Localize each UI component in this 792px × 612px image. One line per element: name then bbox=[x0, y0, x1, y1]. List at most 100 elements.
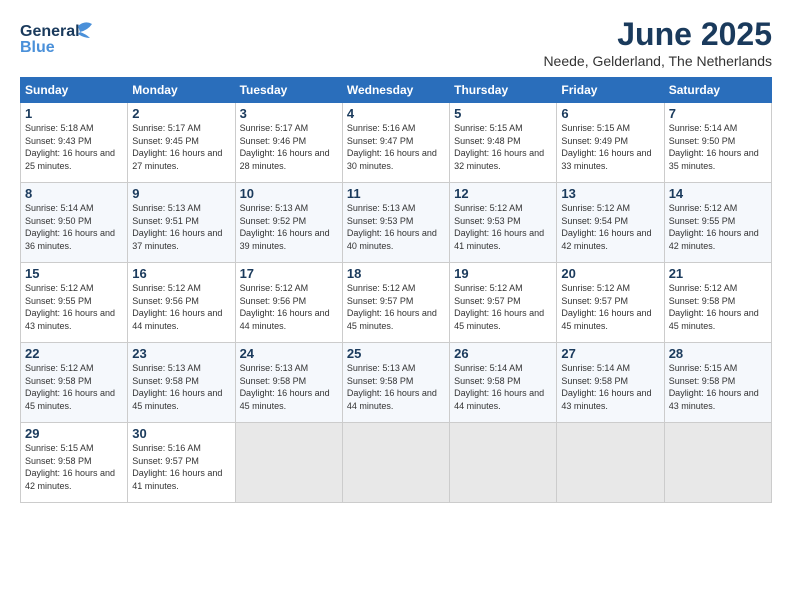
day-cell: 29 Sunrise: 5:15 AMSunset: 9:58 PMDaylig… bbox=[21, 423, 128, 503]
day-info: Sunrise: 5:12 AMSunset: 9:56 PMDaylight:… bbox=[240, 282, 338, 332]
subtitle: Neede, Gelderland, The Netherlands bbox=[543, 53, 772, 69]
day-cell: 19 Sunrise: 5:12 AMSunset: 9:57 PMDaylig… bbox=[450, 263, 557, 343]
day-number: 8 bbox=[25, 186, 123, 201]
day-cell bbox=[450, 423, 557, 503]
day-cell: 2 Sunrise: 5:17 AMSunset: 9:45 PMDayligh… bbox=[128, 103, 235, 183]
week-row-2: 8 Sunrise: 5:14 AMSunset: 9:50 PMDayligh… bbox=[21, 183, 772, 263]
day-cell: 27 Sunrise: 5:14 AMSunset: 9:58 PMDaylig… bbox=[557, 343, 664, 423]
day-number: 29 bbox=[25, 426, 123, 441]
week-row-5: 29 Sunrise: 5:15 AMSunset: 9:58 PMDaylig… bbox=[21, 423, 772, 503]
day-cell: 6 Sunrise: 5:15 AMSunset: 9:49 PMDayligh… bbox=[557, 103, 664, 183]
column-header-saturday: Saturday bbox=[664, 78, 771, 103]
column-header-monday: Monday bbox=[128, 78, 235, 103]
column-header-tuesday: Tuesday bbox=[235, 78, 342, 103]
day-number: 13 bbox=[561, 186, 659, 201]
day-info: Sunrise: 5:15 AMSunset: 9:48 PMDaylight:… bbox=[454, 122, 552, 172]
day-info: Sunrise: 5:13 AMSunset: 9:58 PMDaylight:… bbox=[347, 362, 445, 412]
calendar-table: SundayMondayTuesdayWednesdayThursdayFrid… bbox=[20, 77, 772, 503]
day-number: 21 bbox=[669, 266, 767, 281]
day-info: Sunrise: 5:12 AMSunset: 9:57 PMDaylight:… bbox=[561, 282, 659, 332]
day-info: Sunrise: 5:17 AMSunset: 9:46 PMDaylight:… bbox=[240, 122, 338, 172]
day-info: Sunrise: 5:12 AMSunset: 9:56 PMDaylight:… bbox=[132, 282, 230, 332]
column-header-sunday: Sunday bbox=[21, 78, 128, 103]
day-cell: 12 Sunrise: 5:12 AMSunset: 9:53 PMDaylig… bbox=[450, 183, 557, 263]
day-cell: 25 Sunrise: 5:13 AMSunset: 9:58 PMDaylig… bbox=[342, 343, 449, 423]
day-info: Sunrise: 5:14 AMSunset: 9:58 PMDaylight:… bbox=[561, 362, 659, 412]
day-cell: 21 Sunrise: 5:12 AMSunset: 9:58 PMDaylig… bbox=[664, 263, 771, 343]
day-info: Sunrise: 5:12 AMSunset: 9:55 PMDaylight:… bbox=[669, 202, 767, 252]
day-cell: 24 Sunrise: 5:13 AMSunset: 9:58 PMDaylig… bbox=[235, 343, 342, 423]
day-cell: 7 Sunrise: 5:14 AMSunset: 9:50 PMDayligh… bbox=[664, 103, 771, 183]
day-number: 5 bbox=[454, 106, 552, 121]
day-info: Sunrise: 5:17 AMSunset: 9:45 PMDaylight:… bbox=[132, 122, 230, 172]
day-cell: 11 Sunrise: 5:13 AMSunset: 9:53 PMDaylig… bbox=[342, 183, 449, 263]
day-cell bbox=[557, 423, 664, 503]
day-info: Sunrise: 5:15 AMSunset: 9:58 PMDaylight:… bbox=[669, 362, 767, 412]
day-info: Sunrise: 5:14 AMSunset: 9:50 PMDaylight:… bbox=[669, 122, 767, 172]
header: General Blue June 2025 Neede, Gelderland… bbox=[20, 16, 772, 69]
day-cell bbox=[342, 423, 449, 503]
column-header-thursday: Thursday bbox=[450, 78, 557, 103]
day-info: Sunrise: 5:18 AMSunset: 9:43 PMDaylight:… bbox=[25, 122, 123, 172]
day-info: Sunrise: 5:13 AMSunset: 9:53 PMDaylight:… bbox=[347, 202, 445, 252]
day-cell: 4 Sunrise: 5:16 AMSunset: 9:47 PMDayligh… bbox=[342, 103, 449, 183]
day-info: Sunrise: 5:13 AMSunset: 9:51 PMDaylight:… bbox=[132, 202, 230, 252]
day-info: Sunrise: 5:12 AMSunset: 9:53 PMDaylight:… bbox=[454, 202, 552, 252]
day-cell: 16 Sunrise: 5:12 AMSunset: 9:56 PMDaylig… bbox=[128, 263, 235, 343]
day-cell bbox=[235, 423, 342, 503]
day-cell: 10 Sunrise: 5:13 AMSunset: 9:52 PMDaylig… bbox=[235, 183, 342, 263]
day-info: Sunrise: 5:13 AMSunset: 9:58 PMDaylight:… bbox=[132, 362, 230, 412]
day-cell: 20 Sunrise: 5:12 AMSunset: 9:57 PMDaylig… bbox=[557, 263, 664, 343]
day-cell: 1 Sunrise: 5:18 AMSunset: 9:43 PMDayligh… bbox=[21, 103, 128, 183]
day-cell: 5 Sunrise: 5:15 AMSunset: 9:48 PMDayligh… bbox=[450, 103, 557, 183]
day-number: 17 bbox=[240, 266, 338, 281]
day-number: 3 bbox=[240, 106, 338, 121]
day-cell: 30 Sunrise: 5:16 AMSunset: 9:57 PMDaylig… bbox=[128, 423, 235, 503]
day-number: 15 bbox=[25, 266, 123, 281]
day-number: 10 bbox=[240, 186, 338, 201]
day-number: 1 bbox=[25, 106, 123, 121]
week-row-3: 15 Sunrise: 5:12 AMSunset: 9:55 PMDaylig… bbox=[21, 263, 772, 343]
day-number: 19 bbox=[454, 266, 552, 281]
day-info: Sunrise: 5:14 AMSunset: 9:50 PMDaylight:… bbox=[25, 202, 123, 252]
day-cell: 17 Sunrise: 5:12 AMSunset: 9:56 PMDaylig… bbox=[235, 263, 342, 343]
day-number: 23 bbox=[132, 346, 230, 361]
day-cell: 13 Sunrise: 5:12 AMSunset: 9:54 PMDaylig… bbox=[557, 183, 664, 263]
day-number: 2 bbox=[132, 106, 230, 121]
main-title: June 2025 bbox=[543, 16, 772, 53]
day-number: 9 bbox=[132, 186, 230, 201]
day-number: 6 bbox=[561, 106, 659, 121]
svg-text:Blue: Blue bbox=[20, 39, 55, 56]
day-cell: 15 Sunrise: 5:12 AMSunset: 9:55 PMDaylig… bbox=[21, 263, 128, 343]
day-number: 12 bbox=[454, 186, 552, 201]
title-block: June 2025 Neede, Gelderland, The Netherl… bbox=[543, 16, 772, 69]
week-row-4: 22 Sunrise: 5:12 AMSunset: 9:58 PMDaylig… bbox=[21, 343, 772, 423]
day-info: Sunrise: 5:12 AMSunset: 9:55 PMDaylight:… bbox=[25, 282, 123, 332]
day-info: Sunrise: 5:12 AMSunset: 9:58 PMDaylight:… bbox=[25, 362, 123, 412]
day-number: 26 bbox=[454, 346, 552, 361]
day-info: Sunrise: 5:15 AMSunset: 9:49 PMDaylight:… bbox=[561, 122, 659, 172]
day-number: 28 bbox=[669, 346, 767, 361]
day-cell: 9 Sunrise: 5:13 AMSunset: 9:51 PMDayligh… bbox=[128, 183, 235, 263]
column-header-wednesday: Wednesday bbox=[342, 78, 449, 103]
week-row-1: 1 Sunrise: 5:18 AMSunset: 9:43 PMDayligh… bbox=[21, 103, 772, 183]
day-number: 30 bbox=[132, 426, 230, 441]
day-info: Sunrise: 5:16 AMSunset: 9:47 PMDaylight:… bbox=[347, 122, 445, 172]
day-number: 20 bbox=[561, 266, 659, 281]
day-cell: 26 Sunrise: 5:14 AMSunset: 9:58 PMDaylig… bbox=[450, 343, 557, 423]
day-cell: 22 Sunrise: 5:12 AMSunset: 9:58 PMDaylig… bbox=[21, 343, 128, 423]
svg-text:General: General bbox=[20, 23, 80, 40]
day-number: 11 bbox=[347, 186, 445, 201]
day-cell: 8 Sunrise: 5:14 AMSunset: 9:50 PMDayligh… bbox=[21, 183, 128, 263]
day-info: Sunrise: 5:12 AMSunset: 9:57 PMDaylight:… bbox=[347, 282, 445, 332]
day-info: Sunrise: 5:12 AMSunset: 9:57 PMDaylight:… bbox=[454, 282, 552, 332]
day-number: 4 bbox=[347, 106, 445, 121]
day-number: 7 bbox=[669, 106, 767, 121]
day-cell: 23 Sunrise: 5:13 AMSunset: 9:58 PMDaylig… bbox=[128, 343, 235, 423]
day-info: Sunrise: 5:16 AMSunset: 9:57 PMDaylight:… bbox=[132, 442, 230, 492]
day-info: Sunrise: 5:13 AMSunset: 9:58 PMDaylight:… bbox=[240, 362, 338, 412]
day-cell: 14 Sunrise: 5:12 AMSunset: 9:55 PMDaylig… bbox=[664, 183, 771, 263]
day-number: 24 bbox=[240, 346, 338, 361]
day-number: 27 bbox=[561, 346, 659, 361]
day-cell: 28 Sunrise: 5:15 AMSunset: 9:58 PMDaylig… bbox=[664, 343, 771, 423]
